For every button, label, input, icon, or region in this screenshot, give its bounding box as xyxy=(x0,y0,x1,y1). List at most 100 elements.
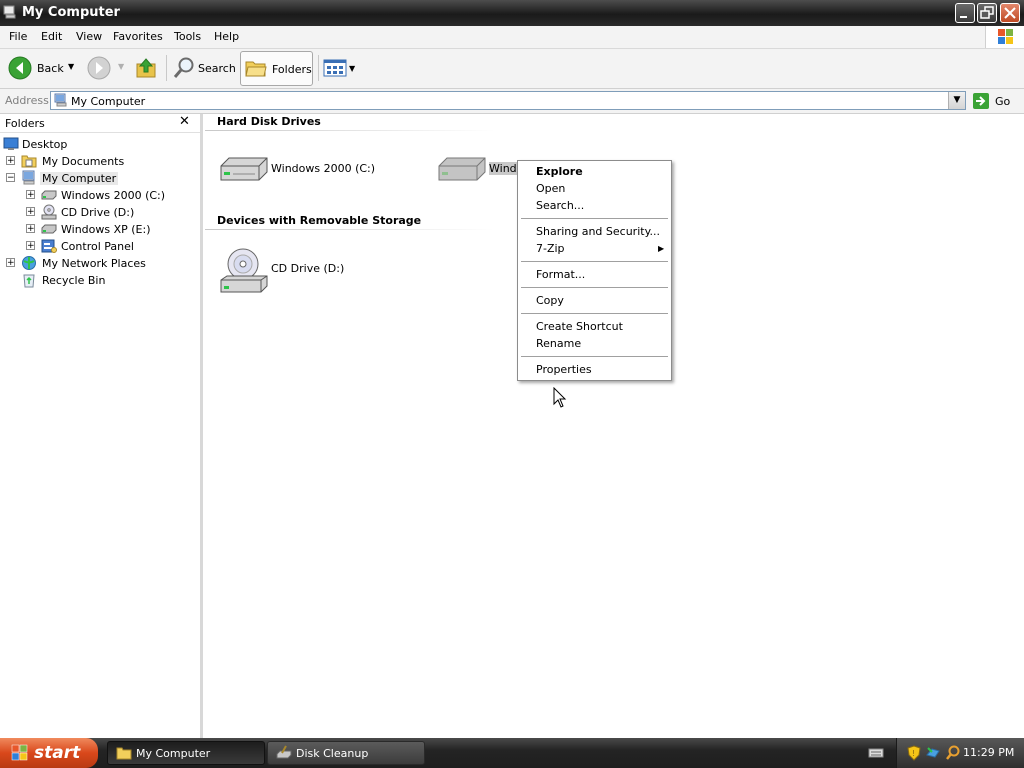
group-divider xyxy=(205,130,495,131)
folders-pane-title: Folders xyxy=(5,117,45,130)
folders-label: Folders xyxy=(272,63,312,76)
close-button[interactable] xyxy=(1000,3,1020,23)
search-icon xyxy=(173,57,194,78)
search-tray-icon[interactable] xyxy=(945,745,961,761)
tree-label: Recycle Bin xyxy=(42,274,106,287)
system-tray: ! 11:29 PM xyxy=(896,738,1024,768)
close-pane-icon[interactable]: ✕ xyxy=(179,114,190,129)
go-label: Go xyxy=(995,95,1011,108)
address-input[interactable]: My Computer ▼ xyxy=(50,91,966,110)
folder-icon xyxy=(245,61,267,77)
title-bar: My Computer xyxy=(0,0,1024,26)
drive-windows-2000-c[interactable]: Windows 2000 (C:) xyxy=(219,150,419,190)
hard-drive-icon xyxy=(41,190,57,200)
tree-label: Control Panel xyxy=(61,240,134,253)
cd-drive-icon xyxy=(220,248,268,293)
menu-tools[interactable]: Tools xyxy=(174,30,201,43)
menu-favorites[interactable]: Favorites xyxy=(113,30,163,43)
my-computer-icon xyxy=(22,170,35,185)
address-value: My Computer xyxy=(71,95,146,108)
folders-pane: Folders ✕ Desktop + My Documents − My Co… xyxy=(0,114,203,738)
forward-arrow-icon xyxy=(87,56,111,80)
network-icon xyxy=(22,256,36,270)
standard-toolbar: Back ▼ ▼ Search Folders ▼ xyxy=(0,49,1024,89)
folders-pane-header: Folders ✕ xyxy=(0,114,200,133)
search-button[interactable]: Search xyxy=(170,52,236,84)
menu-item-open[interactable]: Open xyxy=(536,182,565,195)
menu-view[interactable]: View xyxy=(76,30,102,43)
menu-separator xyxy=(521,287,668,288)
restore-button[interactable] xyxy=(977,3,997,23)
minimize-button[interactable] xyxy=(955,3,975,23)
my-computer-icon xyxy=(54,93,67,107)
menu-item-rename[interactable]: Rename xyxy=(536,337,581,350)
expand-icon[interactable]: + xyxy=(26,207,35,217)
tree-item-my-network-places[interactable]: + My Network Places xyxy=(0,255,200,272)
start-button[interactable]: start xyxy=(0,738,98,768)
drive-windows-xp-e[interactable]: Windo xyxy=(437,150,527,190)
folder-icon xyxy=(116,747,132,760)
folders-button[interactable]: Folders xyxy=(240,51,313,86)
back-button[interactable]: Back ▼ xyxy=(8,52,78,84)
menu-item-7zip[interactable]: 7-Zip xyxy=(536,242,565,255)
address-bar: Address My Computer ▼ Go xyxy=(0,89,1024,114)
expand-icon[interactable]: + xyxy=(26,224,35,234)
forward-button[interactable]: ▼ xyxy=(87,52,127,84)
menu-item-copy[interactable]: Copy xyxy=(536,294,564,307)
expand-icon[interactable]: + xyxy=(26,241,35,251)
forward-dropdown-icon[interactable]: ▼ xyxy=(118,62,124,71)
menu-item-format[interactable]: Format... xyxy=(536,268,585,281)
windows-flag-icon xyxy=(11,744,28,761)
control-panel-icon xyxy=(41,239,57,253)
tree-label: My Documents xyxy=(42,155,125,168)
windows-flag-icon xyxy=(998,29,1013,44)
views-dropdown-icon[interactable]: ▼ xyxy=(349,64,355,73)
hard-drive-icon xyxy=(438,157,486,181)
up-button[interactable] xyxy=(135,52,161,84)
window-title: My Computer xyxy=(22,5,120,20)
menu-edit[interactable]: Edit xyxy=(41,30,62,43)
svg-text:!: ! xyxy=(912,749,915,758)
tree-item-cd-drive-d[interactable]: + CD Drive (D:) xyxy=(0,204,200,221)
context-menu: Explore Open Search... Sharing and Secur… xyxy=(517,160,672,381)
collapse-icon[interactable]: − xyxy=(6,173,15,183)
minimize-icon xyxy=(960,16,967,18)
tree-item-control-panel[interactable]: + Control Panel xyxy=(0,238,200,255)
drive-cd-drive-d[interactable]: CD Drive (D:) xyxy=(219,246,419,296)
tree-item-my-computer[interactable]: − My Computer xyxy=(0,170,200,187)
network-tray-icon[interactable] xyxy=(925,745,941,761)
address-dropdown-icon[interactable]: ▼ xyxy=(948,92,965,109)
menu-separator xyxy=(521,261,668,262)
taskbar-button-my-computer[interactable]: My Computer xyxy=(107,741,265,765)
desktop-icon xyxy=(3,137,19,150)
back-dropdown-icon[interactable]: ▼ xyxy=(68,62,74,71)
search-label: Search xyxy=(198,62,236,75)
go-button[interactable]: Go xyxy=(972,92,1020,110)
disk-cleanup-icon xyxy=(276,745,292,759)
menu-item-create-shortcut[interactable]: Create Shortcut xyxy=(536,320,623,333)
views-button[interactable]: ▼ xyxy=(323,52,357,84)
expand-icon[interactable]: + xyxy=(26,190,35,200)
submenu-arrow-icon: ▶ xyxy=(658,244,665,253)
tree-item-windows-2000-c[interactable]: + Windows 2000 (C:) xyxy=(0,187,200,204)
menu-item-properties[interactable]: Properties xyxy=(536,363,592,376)
tree-item-my-documents[interactable]: + My Documents xyxy=(0,153,200,170)
menu-file[interactable]: File xyxy=(9,30,27,43)
tree-item-recycle-bin[interactable]: Recycle Bin xyxy=(0,272,200,289)
tree-item-windows-xp-e[interactable]: + Windows XP (E:) xyxy=(0,221,200,238)
tree-item-desktop[interactable]: Desktop xyxy=(0,136,200,153)
back-arrow-icon xyxy=(8,56,32,80)
menu-help[interactable]: Help xyxy=(214,30,239,43)
expand-icon[interactable]: + xyxy=(6,156,15,166)
drive-label: Windows 2000 (C:) xyxy=(271,162,376,175)
tree-label: Desktop xyxy=(22,138,68,151)
keyboard-icon[interactable] xyxy=(868,747,884,759)
menu-item-explore[interactable]: Explore xyxy=(536,165,583,178)
drive-label: CD Drive (D:) xyxy=(271,262,345,275)
taskbar-button-disk-cleanup[interactable]: Disk Cleanup xyxy=(267,741,425,765)
menu-item-sharing-security[interactable]: Sharing and Security... xyxy=(536,225,660,238)
security-shield-icon[interactable]: ! xyxy=(907,745,921,761)
start-label: start xyxy=(34,743,81,763)
expand-icon[interactable]: + xyxy=(6,258,15,268)
menu-item-search[interactable]: Search... xyxy=(536,199,584,212)
